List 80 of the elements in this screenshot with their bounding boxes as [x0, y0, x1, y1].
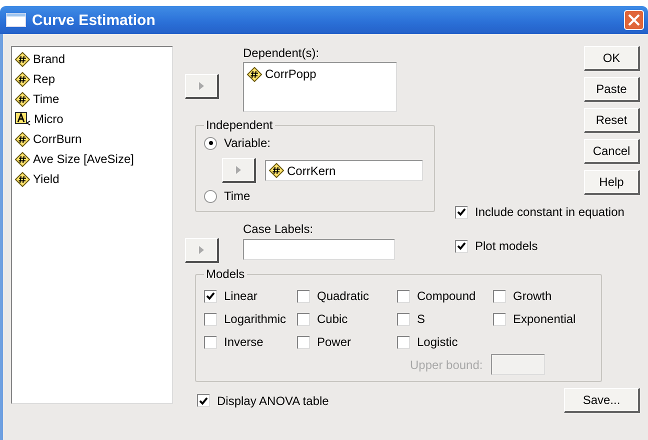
- checkbox[interactable]: [197, 394, 210, 407]
- window-icon: [6, 13, 26, 27]
- independent-variable-field[interactable]: CorrKern: [265, 160, 423, 181]
- checkbox[interactable]: [204, 312, 217, 326]
- checkbox-option[interactable]: Cubic: [297, 310, 397, 328]
- numeric-variable-icon: [15, 132, 30, 146]
- case-labels-field[interactable]: [243, 239, 395, 260]
- independent-variable[interactable]: CorrKern: [269, 162, 336, 178]
- checkbox[interactable]: [397, 290, 410, 302]
- variable-item[interactable]: Yield: [15, 171, 169, 187]
- numeric-variable-icon: [15, 152, 30, 166]
- checkmark-icon: [199, 396, 208, 404]
- dependent-label: Dependent(s):: [243, 46, 320, 60]
- checkbox-option[interactable]: Linear: [204, 287, 297, 305]
- radio-button[interactable]: [204, 136, 217, 150]
- variable-item[interactable]: Rep: [15, 71, 169, 87]
- checkbox-option[interactable]: Logistic: [397, 333, 493, 351]
- checkbox[interactable]: [493, 312, 506, 326]
- checkbox-option[interactable]: Plot models: [455, 237, 624, 255]
- checkbox-option[interactable]: Include constant in equation: [455, 203, 624, 221]
- independent-legend: Independent: [204, 118, 275, 132]
- checkbox-option[interactable]: Exponential: [493, 310, 593, 328]
- variable-item[interactable]: Time: [15, 91, 169, 107]
- dialog-button[interactable]: OK: [584, 46, 640, 71]
- dependent-list[interactable]: CorrPopp: [243, 62, 397, 112]
- radio-option[interactable]: Time: [204, 187, 426, 205]
- numeric-variable-icon: [247, 66, 262, 82]
- variable-list[interactable]: Brand Rep Time Micro CorrBurn Ave Size [AveSize] Yield: [11, 46, 173, 404]
- triangle-right-icon: [199, 82, 204, 90]
- variable-item[interactable]: CorrBurn: [15, 131, 169, 147]
- numeric-variable-icon: [15, 92, 30, 106]
- checkmark-icon: [206, 292, 215, 300]
- checkbox[interactable]: [493, 290, 506, 302]
- checkbox[interactable]: [455, 240, 468, 252]
- dialog-button[interactable]: Paste: [584, 77, 640, 102]
- move-arrow-button[interactable]: [185, 74, 219, 99]
- variable-item[interactable]: Ave Size [AveSize]: [15, 151, 169, 167]
- numeric-variable-icon: [15, 72, 30, 86]
- checkbox-option[interactable]: S: [397, 310, 493, 328]
- checkbox[interactable]: [397, 312, 410, 326]
- close-button[interactable]: [624, 10, 644, 30]
- close-icon: [628, 14, 640, 26]
- checkbox[interactable]: [397, 336, 410, 348]
- upper-bound-label: Upper bound:: [410, 358, 483, 372]
- checkbox[interactable]: [297, 312, 310, 326]
- upper-bound-field[interactable]: [490, 354, 545, 375]
- checkbox-option[interactable]: Growth: [493, 287, 593, 305]
- dialog-button[interactable]: Cancel: [584, 139, 640, 164]
- variable-item[interactable]: Micro: [15, 111, 169, 127]
- numeric-variable-icon: [15, 172, 30, 186]
- dialog-button[interactable]: Reset: [584, 108, 640, 133]
- checkbox[interactable]: [204, 290, 217, 302]
- checkbox[interactable]: [455, 206, 468, 218]
- dialog-button[interactable]: Help: [584, 170, 640, 195]
- dependent-variable[interactable]: CorrPopp: [247, 66, 393, 82]
- checkmark-icon: [457, 208, 466, 216]
- case-labels-label: Case Labels:: [243, 222, 314, 236]
- move-arrow-button[interactable]: [185, 238, 219, 263]
- window-title: Curve Estimation: [32, 12, 156, 28]
- checkmark-icon: [457, 242, 466, 250]
- move-arrow-button[interactable]: [222, 158, 256, 183]
- numeric-variable-icon: [269, 163, 284, 178]
- checkbox-option[interactable]: Logarithmic: [204, 310, 297, 328]
- checkbox-option[interactable]: Quadratic: [297, 287, 397, 305]
- checkbox[interactable]: [204, 336, 217, 348]
- checkbox-option[interactable]: Inverse: [204, 333, 297, 351]
- triangle-right-icon: [236, 166, 241, 174]
- checkbox-option[interactable]: Power: [297, 333, 397, 351]
- checkbox-option[interactable]: Display ANOVA table: [197, 392, 329, 410]
- checkbox[interactable]: [297, 336, 310, 348]
- save-button[interactable]: Save...: [564, 388, 640, 413]
- checkbox[interactable]: [297, 290, 310, 302]
- radio-button[interactable]: [204, 190, 217, 202]
- models-legend: Models: [204, 267, 247, 281]
- radio-option[interactable]: Variable:: [204, 134, 426, 152]
- numeric-variable-icon: [15, 52, 30, 66]
- string-variable-icon: [15, 112, 31, 126]
- variable-item[interactable]: Brand: [15, 51, 169, 67]
- triangle-right-icon: [199, 246, 204, 254]
- checkbox-option[interactable]: Compound: [397, 287, 493, 305]
